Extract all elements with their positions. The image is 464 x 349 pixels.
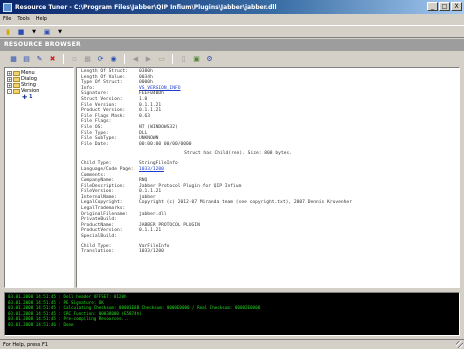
- maximize-button[interactable]: □: [439, 2, 450, 11]
- collapse-icon[interactable]: -: [7, 88, 12, 94]
- minimize-button[interactable]: _: [427, 2, 438, 11]
- refresh-icon[interactable]: ⟳: [95, 54, 106, 65]
- toolbar-separator: [63, 54, 64, 64]
- property-row: SpecialBuild:: [81, 234, 455, 240]
- status-text: For Help, press F1: [3, 341, 49, 348]
- settings-icon[interactable]: ⚙: [204, 54, 215, 65]
- folder-icon: [13, 76, 20, 82]
- menu-tools[interactable]: Tools: [17, 16, 29, 22]
- toolbar-separator: [124, 54, 125, 64]
- var-file-info: Child Type: VarFileInfo Translation: 1033/1…: [81, 244, 455, 255]
- resource-tree[interactable]: + Menu + Dialog + String - Version ✚ 1: [4, 67, 74, 288]
- property-row: File Date: 00:00:00 00/00/0000: [81, 142, 455, 148]
- menu-file[interactable]: File: [3, 16, 11, 22]
- property-key: File Date:: [81, 141, 109, 147]
- tree-item-version-1[interactable]: ✚ 1: [7, 93, 71, 101]
- resource-toolbar: ▦ ▤ ✎ ✖ ▫ ▩ ⟳ ◉ ◀ ▶ ▭ ▯ ▣ ⚙: [0, 52, 464, 66]
- property-value: 1033/1200: [139, 249, 164, 255]
- log-line: 03.01.2008 14:51:46 : Done: [8, 321, 74, 327]
- save-disk-icon[interactable]: ▣: [42, 27, 52, 37]
- dropdown-arrow-icon[interactable]: ▼: [29, 27, 39, 37]
- back-icon[interactable]: ◀: [130, 54, 141, 65]
- title-bar: Resource Tuner - C:\Program Files\Jabber…: [0, 0, 464, 14]
- toolbar-separator: [172, 54, 173, 64]
- dropdown-arrow-icon[interactable]: ▼: [55, 27, 65, 37]
- property-value: [139, 234, 455, 240]
- copy-icon[interactable]: ▭: [156, 54, 167, 65]
- forward-icon[interactable]: ▶: [143, 54, 154, 65]
- image-icon[interactable]: ▣: [191, 54, 202, 65]
- folder-icon: [13, 70, 20, 76]
- expand-icon[interactable]: +: [7, 82, 12, 88]
- section-header: RESOURCE BROWSER: [0, 39, 464, 51]
- tree-item-label: 1: [29, 94, 33, 100]
- folder-open-icon: [13, 88, 20, 94]
- grid-icon[interactable]: ▦: [8, 54, 19, 65]
- string-file-info: Child Type: StringFileInfo Language/Code P…: [81, 161, 455, 239]
- close-button[interactable]: X: [451, 2, 462, 11]
- resource-leaf-icon: ✚: [21, 93, 28, 101]
- property-key: Translation:: [81, 249, 115, 255]
- open-folder-icon[interactable]: ▮: [3, 27, 13, 37]
- app-icon: [3, 2, 12, 12]
- version-fixed-info: Length Of Struct: 0380h Length Of Value: 00…: [81, 69, 455, 147]
- page-icon[interactable]: ▯: [178, 54, 189, 65]
- window-title: Resource Tuner - C:\Program Files\Jabber…: [15, 3, 277, 11]
- edit-icon[interactable]: ✎: [34, 54, 45, 65]
- quick-toolbar: ▮ ■ ▼ ▣ ▼: [0, 25, 464, 38]
- expand-icon[interactable]: +: [7, 70, 12, 76]
- property-value: 00:00:00 00/00/0000: [139, 141, 192, 147]
- save-icon[interactable]: ■: [16, 27, 26, 37]
- run-icon[interactable]: ◉: [108, 54, 119, 65]
- resize-grip-icon[interactable]: [456, 341, 463, 348]
- menu-help[interactable]: Help: [36, 16, 47, 22]
- expand-icon[interactable]: +: [7, 76, 12, 82]
- window-controls: _ □ X: [427, 2, 462, 11]
- delete-icon[interactable]: ✖: [47, 54, 58, 65]
- resource-content[interactable]: Length Of Struct: 0380h Length Of Value: 00…: [76, 67, 460, 288]
- property-key: SpecialBuild:: [81, 234, 117, 240]
- add-icon[interactable]: ▫: [69, 54, 80, 65]
- folder-icon: [13, 82, 20, 88]
- property-row: Translation: 1033/1200: [81, 249, 455, 255]
- log-panel[interactable]: 03.01.2008 14:51:45 : Dell header OFFSET…: [4, 292, 460, 336]
- menu-bar: File Tools Help: [0, 14, 464, 24]
- status-bar: For Help, press F1: [0, 339, 464, 349]
- export-icon[interactable]: ▩: [82, 54, 93, 65]
- list-icon[interactable]: ▤: [21, 54, 32, 65]
